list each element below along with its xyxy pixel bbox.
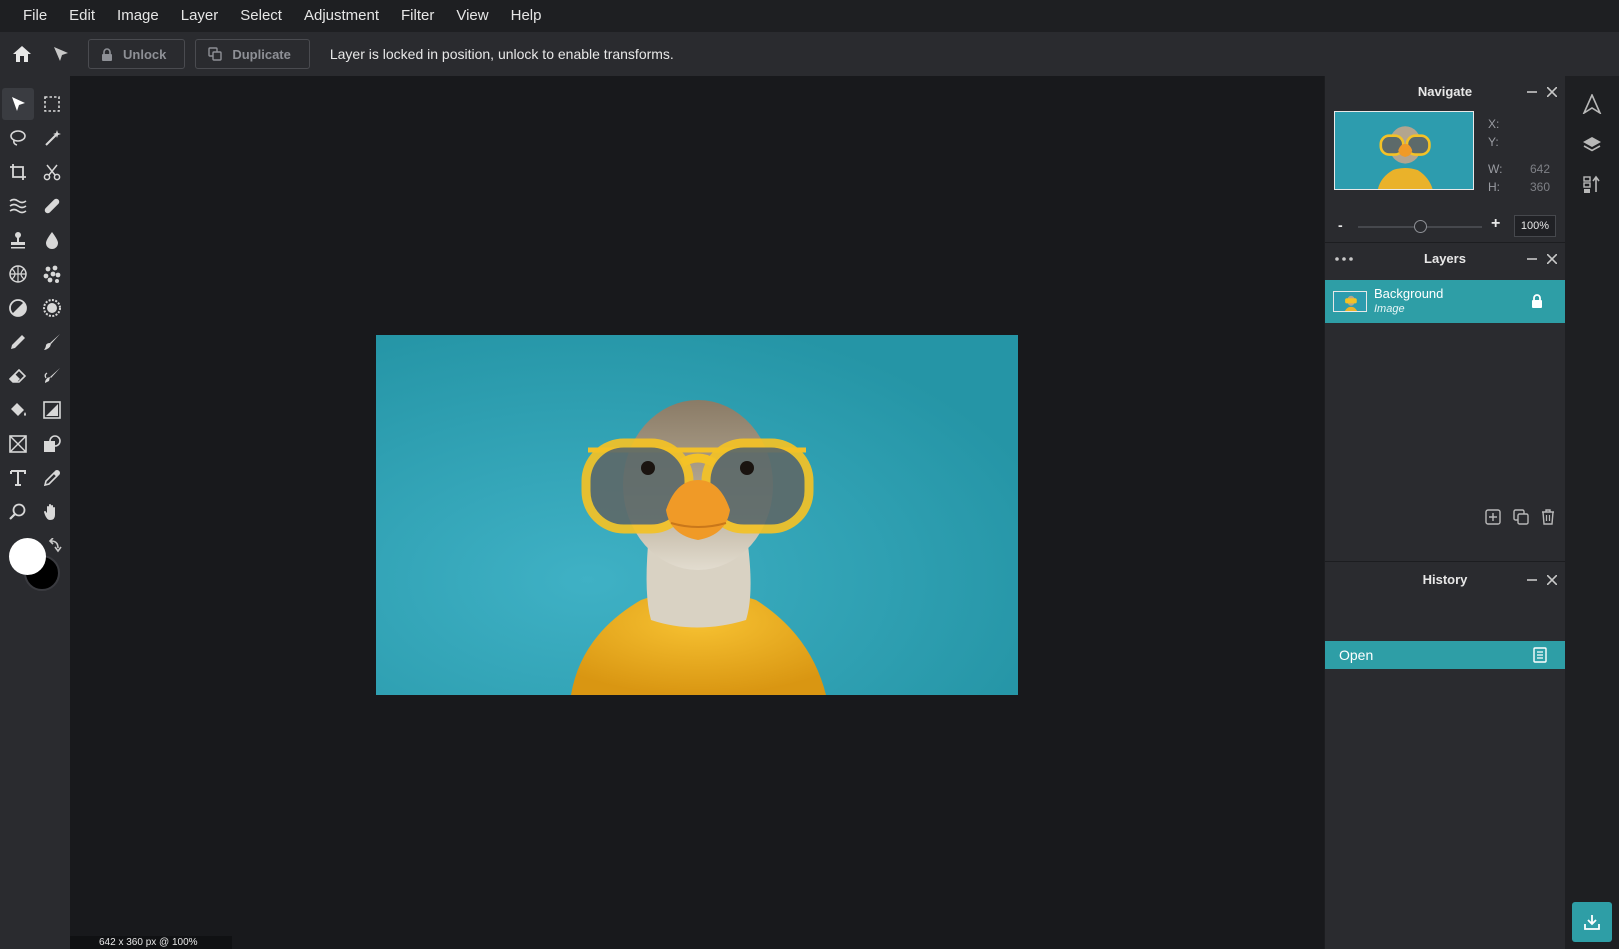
- navigate-panel-icon[interactable]: [1565, 84, 1619, 124]
- history-item-label: Open: [1339, 647, 1374, 663]
- history-panel-header: History: [1325, 564, 1565, 595]
- panel-toggle-strip: [1565, 76, 1619, 949]
- dodge-burn-icon[interactable]: [2, 292, 34, 324]
- layers-panel-header: Layers: [1325, 243, 1565, 274]
- zoom-controls: - + 100%: [1325, 211, 1565, 243]
- smudge-icon[interactable]: [36, 360, 68, 392]
- menu-view[interactable]: View: [445, 0, 499, 32]
- magic-wand-icon[interactable]: [36, 122, 68, 154]
- move-tool-icon[interactable]: [44, 32, 78, 76]
- duplicate-layer-icon[interactable]: [1513, 509, 1529, 525]
- navigator-thumbnail[interactable]: [1334, 111, 1474, 190]
- duplicate-icon: [208, 47, 223, 61]
- right-panels: Navigate X: Y: W: 642 H: 360 - + 100% La…: [1324, 76, 1565, 949]
- sponge-icon[interactable]: [2, 258, 34, 290]
- layers-panel-icon[interactable]: [1565, 124, 1619, 164]
- lasso-icon[interactable]: [2, 122, 34, 154]
- menu-edit[interactable]: Edit: [58, 0, 106, 32]
- minimize-icon[interactable]: [1527, 254, 1537, 264]
- canvas-area[interactable]: [70, 76, 1324, 949]
- tool-options-bar: Unlock Duplicate Layer is locked in posi…: [0, 32, 1619, 76]
- export-button[interactable]: [1572, 902, 1612, 942]
- scissors-icon[interactable]: [36, 156, 68, 188]
- download-icon: [1584, 915, 1600, 930]
- close-icon[interactable]: [1547, 253, 1557, 264]
- menu-layer[interactable]: Layer: [170, 0, 230, 32]
- lock-icon: [102, 47, 112, 61]
- eraser-icon[interactable]: [2, 360, 34, 392]
- close-icon[interactable]: [1547, 574, 1557, 585]
- pattern-icon[interactable]: [36, 258, 68, 290]
- navigate-panel: X: Y: W: 642 H: 360: [1325, 107, 1565, 211]
- layers-title: Layers: [1424, 251, 1466, 266]
- layer-name: Background: [1374, 286, 1444, 301]
- new-layer-icon[interactable]: [1485, 509, 1501, 525]
- menu-select[interactable]: Select: [229, 0, 293, 32]
- menu-help[interactable]: Help: [500, 0, 553, 32]
- pencil-icon[interactable]: [2, 326, 34, 358]
- move-select-icon[interactable]: [2, 88, 34, 120]
- menu-bar: File Edit Image Layer Select Adjustment …: [0, 0, 1619, 32]
- layer-thumbnail: [1333, 291, 1367, 312]
- blur-drop-icon[interactable]: [36, 224, 68, 256]
- image-size-status: 642 x 360 px @ 100%: [70, 936, 232, 949]
- healing-bandage-icon[interactable]: [36, 190, 68, 222]
- gradient-icon[interactable]: [36, 394, 68, 426]
- frame-icon[interactable]: [2, 428, 34, 460]
- swap-colors-icon[interactable]: [48, 537, 62, 559]
- layer-type: Image: [1374, 303, 1405, 315]
- layers-list: Background Image: [1325, 274, 1565, 562]
- cursor-x-readout: X:: [1488, 117, 1500, 131]
- menu-image[interactable]: Image: [106, 0, 170, 32]
- liquify-icon[interactable]: [2, 190, 34, 222]
- crop-icon[interactable]: [2, 156, 34, 188]
- duplicate-label: Duplicate: [232, 46, 291, 62]
- layer-actions: [1485, 509, 1555, 525]
- navigate-title: Navigate: [1417, 84, 1473, 99]
- zoom-slider-handle[interactable]: [1413, 220, 1427, 233]
- fill-bucket-icon[interactable]: [2, 394, 34, 426]
- layer-lock-icon[interactable]: [1531, 294, 1543, 313]
- tools-panel: [0, 76, 70, 949]
- history-panel-icon[interactable]: [1565, 164, 1619, 204]
- history-title: History: [1422, 572, 1468, 587]
- zoom-in-button[interactable]: +: [1491, 215, 1500, 233]
- cursor-y-readout: Y:: [1488, 135, 1499, 149]
- marquee-select-icon[interactable]: [36, 88, 68, 120]
- close-icon[interactable]: [1547, 86, 1557, 97]
- canvas-image[interactable]: [376, 335, 1018, 695]
- menu-filter[interactable]: Filter: [390, 0, 445, 32]
- navigate-panel-header: Navigate: [1325, 76, 1565, 107]
- unlock-label: Unlock: [123, 46, 167, 62]
- layer-row[interactable]: Background Image: [1325, 280, 1565, 323]
- width-readout: W: 642: [1488, 162, 1550, 176]
- foreground-color-swatch[interactable]: [9, 538, 46, 575]
- delete-layer-icon[interactable]: [1541, 509, 1555, 525]
- zoom-input[interactable]: 100%: [1514, 215, 1556, 237]
- sharpen-icon[interactable]: [36, 292, 68, 324]
- clone-stamp-icon[interactable]: [2, 224, 34, 256]
- history-item[interactable]: Open: [1325, 641, 1565, 669]
- more-options-icon[interactable]: [1335, 243, 1353, 274]
- layer-lock-message: Layer is locked in position, unlock to e…: [329, 46, 674, 62]
- eyedropper-icon[interactable]: [36, 462, 68, 494]
- brush-icon[interactable]: [36, 326, 68, 358]
- document-icon: [1533, 647, 1547, 668]
- text-icon[interactable]: [2, 462, 34, 494]
- minimize-icon[interactable]: [1527, 575, 1537, 585]
- home-icon[interactable]: [0, 32, 44, 76]
- zoom-icon[interactable]: [2, 496, 34, 528]
- shape-icon[interactable]: [36, 428, 68, 460]
- unlock-button[interactable]: Unlock: [88, 39, 186, 69]
- menu-adjustment[interactable]: Adjustment: [293, 0, 390, 32]
- menu-file[interactable]: File: [12, 0, 58, 32]
- minimize-icon[interactable]: [1527, 87, 1537, 97]
- hand-icon[interactable]: [36, 496, 68, 528]
- duplicate-button[interactable]: Duplicate: [195, 39, 310, 69]
- zoom-out-button[interactable]: -: [1338, 217, 1343, 233]
- height-readout: H: 360: [1488, 180, 1550, 194]
